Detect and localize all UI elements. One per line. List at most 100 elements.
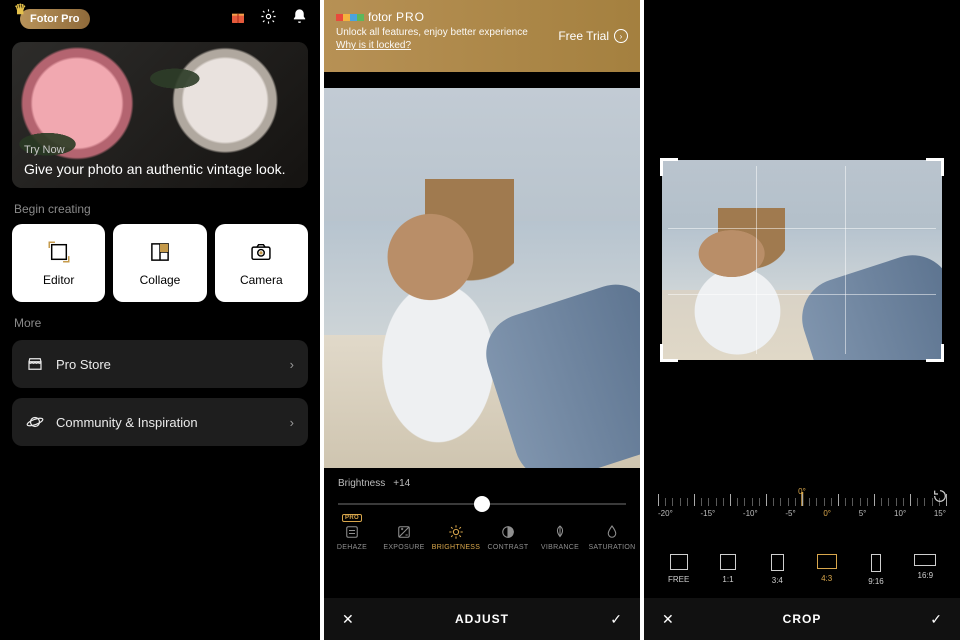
brightness-tool[interactable]: BRIGHTNESS [430,523,482,551]
ratio-16-9-label: 16:9 [918,571,934,580]
angle-label: 5° [859,509,867,518]
hero-card[interactable]: Try Now Give your photo an authentic vin… [12,42,308,188]
ratio-9-16[interactable]: 9:16 [851,554,900,586]
editor-tile[interactable]: Editor [12,224,105,302]
editor-icon [46,239,72,265]
home-screen: ♛ Fotor Pro Try Now Give your photo a [0,0,320,640]
vibrance-label: VIBRANCE [541,544,579,551]
crop-canvas[interactable] [662,160,942,360]
ratio-1-1-icon [720,554,736,570]
preview-image [324,88,640,468]
dehaze-tool[interactable]: PRO DEHAZE [326,523,378,551]
slider-value: +14 [393,478,410,489]
vibrance-tool[interactable]: VIBRANCE [534,523,586,551]
settings-icon[interactable] [260,8,277,30]
contrast-tool[interactable]: CONTRAST [482,523,534,551]
vibrance-icon [551,523,569,541]
cancel-button[interactable]: ✕ [342,611,354,628]
chevron-right-icon: › [614,29,628,43]
collage-label: Collage [140,273,181,287]
store-icon [26,355,44,373]
more-label: More [14,316,306,330]
angle-label: -5° [785,509,795,518]
chevron-right-icon: › [290,357,294,372]
crop-screen: 0° -20° -15° -10° -5° 0° 5° 10° 15° FREE… [644,0,960,640]
camera-icon [248,239,274,265]
pro-tool-badge: PRO [342,514,362,522]
crop-handle-tr[interactable] [926,158,944,176]
angle-label: -20° [658,509,673,518]
saturation-tool[interactable]: SATURATION [586,523,638,551]
free-trial-label: Free Trial [558,29,609,43]
slider-knob[interactable] [474,496,490,512]
brand-name: fotor [368,10,392,24]
exposure-icon [395,523,413,541]
community-item[interactable]: Community & Inspiration › [12,398,308,446]
bell-icon[interactable] [291,8,308,30]
ratio-16-9-icon [914,554,936,566]
angle-label: -15° [700,509,715,518]
top-bar: ♛ Fotor Pro [0,0,320,36]
brightness-slider[interactable] [338,489,626,519]
confirm-button[interactable]: ✓ [930,611,942,628]
crop-grid [668,166,936,354]
ratio-9-16-icon [871,554,881,572]
camera-label: Camera [240,273,283,287]
adjust-screen: fotor PRO Unlock all features, enjoy bet… [324,0,640,640]
crop-bottom-bar: ✕ CROP ✓ [644,598,960,640]
exposure-label: EXPOSURE [383,544,424,551]
why-locked-link[interactable]: Why is it locked? [336,40,528,51]
chevron-right-icon: › [290,415,294,430]
ratio-4-3[interactable]: 4:3 [802,554,851,586]
ratio-free-label: FREE [668,575,689,584]
exposure-tool[interactable]: EXPOSURE [378,523,430,551]
ratio-1-1[interactable]: 1:1 [703,554,752,586]
ratio-1-1-label: 1:1 [722,575,733,584]
camera-tile[interactable]: Camera [215,224,308,302]
crown-icon: ♛ [14,1,27,18]
ratio-16-9[interactable]: 16:9 [901,554,950,586]
planet-icon [26,413,44,431]
community-label: Community & Inspiration [56,415,198,430]
pro-banner[interactable]: fotor PRO Unlock all features, enjoy bet… [324,0,640,72]
ratio-4-3-icon [817,554,837,569]
dehaze-icon [343,523,361,541]
slider-name: Brightness [338,478,385,489]
ratio-free[interactable]: FREE [654,554,703,586]
ratio-3-4-label: 3:4 [772,576,783,585]
crop-handle-bl[interactable] [660,344,678,362]
angle-scale[interactable]: 0° -20° -15° -10° -5° 0° 5° 10° 15° [658,490,946,520]
angle-label: -10° [743,509,758,518]
angle-label: 10° [894,509,906,518]
editor-label: Editor [43,273,74,287]
crop-handle-br[interactable] [926,344,944,362]
confirm-button[interactable]: ✓ [610,611,622,628]
dehaze-label: DEHAZE [337,544,367,551]
pro-badge-label: Fotor Pro [30,13,80,25]
cancel-button[interactable]: ✕ [662,611,674,628]
angle-label: 15° [934,509,946,518]
ratio-4-3-label: 4:3 [821,574,832,583]
pro-store-label: Pro Store [56,357,111,372]
pro-badge[interactable]: ♛ Fotor Pro [20,9,90,29]
ratio-3-4[interactable]: 3:4 [753,554,802,586]
contrast-label: CONTRAST [488,544,529,551]
collage-icon [147,239,173,265]
crop-handle-tl[interactable] [660,158,678,176]
ratio-9-16-label: 9:16 [868,577,884,586]
begin-creating-label: Begin creating [14,202,306,216]
ratio-3-4-icon [771,554,784,571]
angle-label: 0° [823,509,831,518]
pro-store-item[interactable]: Pro Store › [12,340,308,388]
adjust-bottom-bar: ✕ ADJUST ✓ [324,598,640,640]
try-now-label: Try Now [24,144,296,156]
brand-pro: PRO [396,10,425,24]
gift-icon[interactable] [230,9,246,29]
reset-angle-button[interactable] [932,488,948,509]
adjust-title: ADJUST [455,612,509,626]
brightness-icon [447,523,465,541]
crop-title: CROP [783,612,822,626]
collage-tile[interactable]: Collage [113,224,206,302]
saturation-icon [603,523,621,541]
free-trial-button[interactable]: Free Trial › [558,29,628,43]
